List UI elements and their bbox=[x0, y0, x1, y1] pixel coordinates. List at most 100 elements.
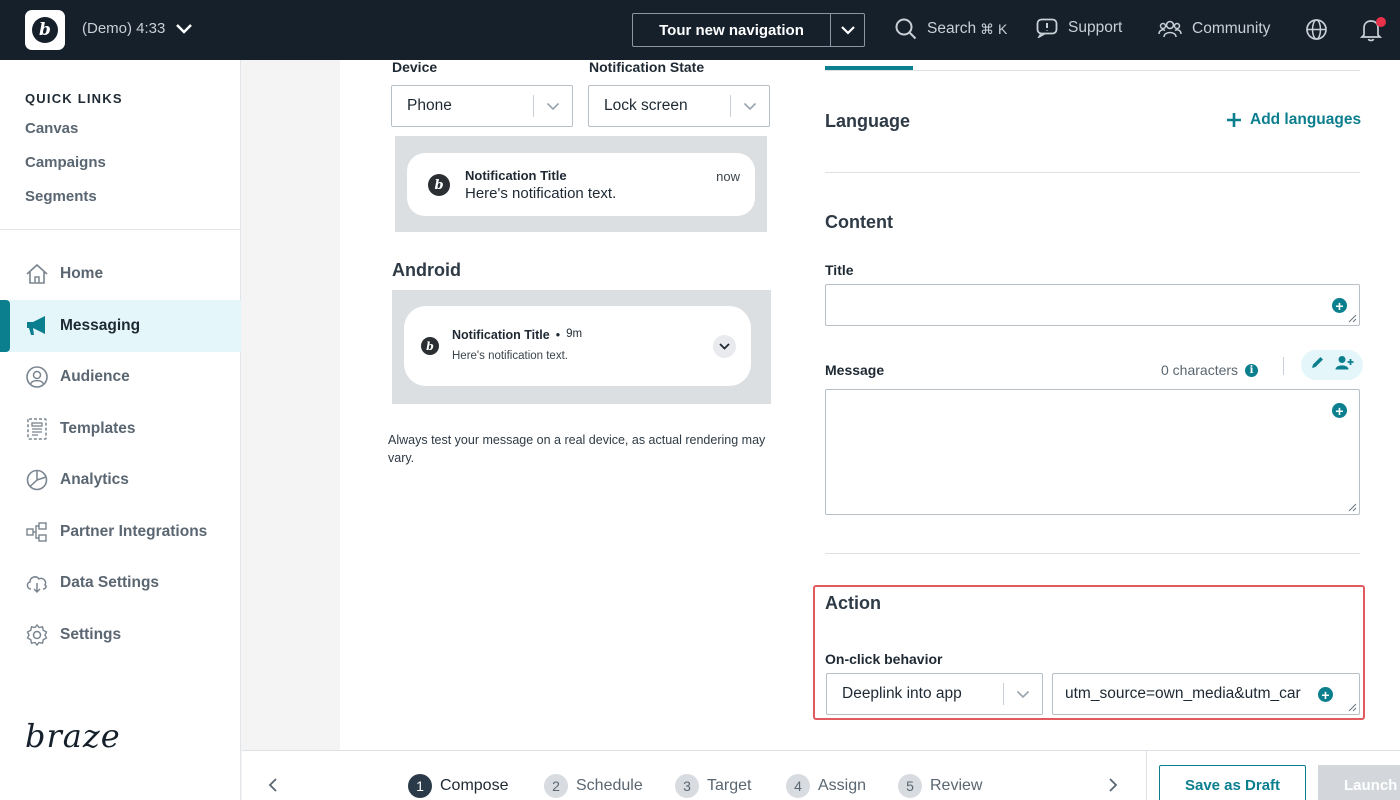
sidebar-item-settings[interactable]: Settings bbox=[0, 609, 241, 661]
braze-logo[interactable]: b bbox=[25, 10, 65, 50]
tour-label: Tour new navigation bbox=[633, 14, 831, 46]
search-label: Search bbox=[927, 20, 977, 37]
step-number: 1 bbox=[408, 774, 432, 798]
language-heading: Language bbox=[825, 111, 911, 131]
add-user-icon bbox=[1335, 356, 1354, 370]
title-input[interactable]: + bbox=[825, 284, 1360, 326]
support-icon bbox=[1036, 18, 1058, 38]
sidebar-item-home[interactable]: Home bbox=[0, 248, 241, 300]
section-divider bbox=[825, 553, 1360, 554]
resize-handle-icon[interactable] bbox=[1348, 314, 1357, 323]
info-icon[interactable]: i bbox=[1245, 363, 1259, 377]
pencil-icon bbox=[1312, 357, 1323, 368]
step-target[interactable]: 3 Target bbox=[675, 774, 751, 798]
notification-state-select[interactable]: Lock screen bbox=[588, 85, 770, 127]
sidebar-item-label: Settings bbox=[60, 626, 122, 643]
audience-icon bbox=[26, 366, 48, 388]
insert-personalization-icon[interactable]: + bbox=[1332, 298, 1347, 313]
step-label: Schedule bbox=[576, 777, 643, 794]
chevron-down-icon bbox=[719, 343, 730, 350]
sidebar-item-label: Templates bbox=[60, 420, 136, 437]
search-shortcut: ⌘ K bbox=[980, 20, 1008, 37]
step-assign[interactable]: 4 Assign bbox=[786, 774, 866, 798]
edit-pencil-button[interactable] bbox=[1310, 355, 1325, 375]
message-label: Message bbox=[825, 362, 885, 378]
workspace-switcher[interactable]: (Demo) 4:33 bbox=[82, 20, 193, 37]
tour-dropdown-toggle[interactable] bbox=[831, 14, 864, 46]
chevron-down-icon bbox=[840, 26, 855, 35]
notification-state-label: Notification State bbox=[589, 59, 705, 75]
on-click-behavior-select[interactable]: Deeplink into app bbox=[826, 673, 1043, 715]
support-label: Support bbox=[1068, 19, 1123, 36]
next-step-button[interactable] bbox=[1108, 777, 1118, 798]
insert-personalization-icon[interactable]: + bbox=[1318, 687, 1333, 702]
step-number: 3 bbox=[675, 774, 699, 798]
chevron-left-icon bbox=[268, 778, 277, 792]
quick-link-segments[interactable]: Segments bbox=[25, 188, 97, 205]
section-divider bbox=[825, 172, 1360, 173]
quick-link-campaigns[interactable]: Campaigns bbox=[25, 154, 106, 171]
device-select[interactable]: Phone bbox=[391, 85, 573, 127]
sidebar-item-messaging[interactable]: Messaging bbox=[0, 300, 241, 352]
previous-step-button[interactable] bbox=[268, 777, 278, 798]
global-search-button[interactable]: Search ⌘ K bbox=[895, 18, 1007, 40]
resize-handle-icon[interactable] bbox=[1348, 503, 1357, 512]
sidebar-item-audience[interactable]: Audience bbox=[0, 351, 241, 403]
data-settings-icon bbox=[26, 576, 47, 594]
sidebar-item-analytics[interactable]: Analytics bbox=[0, 454, 241, 506]
home-icon bbox=[26, 263, 48, 284]
step-number: 5 bbox=[898, 774, 922, 798]
on-click-behavior-label: On-click behavior bbox=[825, 651, 943, 667]
sidebar-item-label: Analytics bbox=[60, 471, 129, 488]
resize-handle-icon[interactable] bbox=[1348, 703, 1357, 712]
language-globe-button[interactable] bbox=[1305, 18, 1328, 41]
step-label: Compose bbox=[440, 777, 509, 794]
braze-b-icon: b bbox=[32, 17, 58, 43]
android-notification-title: Notification Title bbox=[452, 328, 550, 342]
android-heading: Android bbox=[392, 260, 461, 280]
launch-button[interactable]: Launch bbox=[1318, 765, 1400, 800]
app-logo-icon: b bbox=[421, 337, 439, 355]
sidebar-item-partner-integrations[interactable]: Partner Integrations bbox=[0, 506, 241, 558]
sidebar-item-templates[interactable]: Templates bbox=[0, 403, 241, 455]
character-count: 0 characters i bbox=[1161, 362, 1259, 378]
tour-new-navigation-button[interactable]: Tour new navigation bbox=[632, 13, 865, 47]
ios-notification-text: Here's notification text. bbox=[465, 185, 617, 202]
insert-personalization-icon[interactable]: + bbox=[1332, 403, 1347, 418]
notification-badge bbox=[1376, 17, 1386, 27]
step-compose[interactable]: 1 Compose bbox=[408, 774, 508, 798]
sidebar-item-data-settings[interactable]: Data Settings bbox=[0, 557, 241, 609]
message-input[interactable]: + bbox=[825, 389, 1360, 515]
add-personalization-button[interactable] bbox=[1335, 355, 1354, 375]
android-notification-text: Here's notification text. bbox=[452, 350, 568, 362]
templates-icon bbox=[27, 418, 47, 440]
android-expand-button[interactable] bbox=[713, 335, 736, 358]
device-value: Phone bbox=[407, 97, 452, 114]
ios-notification-time: now bbox=[716, 169, 740, 184]
android-notification-time: 9m bbox=[566, 328, 583, 340]
footer-divider bbox=[1146, 751, 1147, 800]
ios-notification-title: Notification Title bbox=[465, 168, 567, 183]
step-review[interactable]: 5 Review bbox=[898, 774, 982, 798]
device-label: Device bbox=[392, 59, 438, 75]
step-label: Review bbox=[930, 777, 983, 794]
sidebar-item-label: Audience bbox=[60, 368, 130, 385]
action-heading: Action bbox=[825, 593, 881, 613]
analytics-icon bbox=[26, 469, 48, 491]
add-languages-button[interactable]: Add languages bbox=[1226, 111, 1361, 129]
sidebar-item-label: Home bbox=[60, 265, 104, 282]
chevron-right-icon bbox=[1109, 778, 1118, 792]
quick-link-canvas[interactable]: Canvas bbox=[25, 120, 78, 137]
android-notification-header: Notification Title • 9m bbox=[452, 328, 582, 342]
tab-divider bbox=[825, 70, 1360, 71]
message-toolbar bbox=[1301, 350, 1363, 380]
megaphone-icon bbox=[27, 316, 45, 335]
toolbar-divider bbox=[1283, 357, 1284, 375]
step-label: Assign bbox=[818, 777, 867, 794]
plus-icon bbox=[1227, 113, 1241, 127]
save-as-draft-button[interactable]: Save as Draft bbox=[1159, 765, 1306, 800]
community-button[interactable]: Community bbox=[1158, 18, 1270, 40]
step-schedule[interactable]: 2 Schedule bbox=[544, 774, 643, 798]
deeplink-uri-input[interactable]: utm_source=own_media&utm_car + bbox=[1052, 673, 1360, 715]
support-button[interactable]: Support bbox=[1036, 18, 1122, 38]
